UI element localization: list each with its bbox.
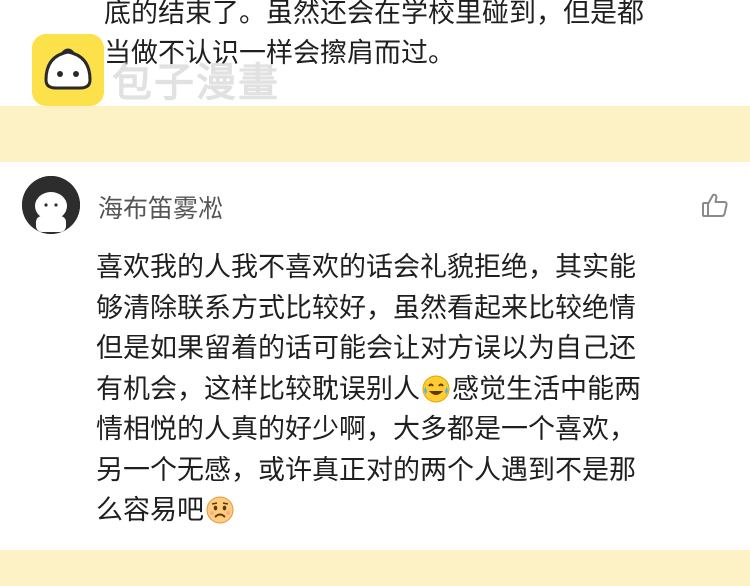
comment-line-segment: 么容易吧 [96, 495, 204, 526]
worried-face-icon [205, 495, 235, 525]
avatar[interactable] [22, 176, 80, 234]
comment-line: 喜欢我的人我不喜欢的话会礼貌拒绝，其实能 [96, 252, 636, 283]
comment-username[interactable]: 海布笛雾凇 [98, 189, 223, 225]
comment-line-segment: 感觉生活中能两 [452, 373, 641, 405]
comment-line: 够清除联系方式比较好，虽然看起来比较绝情 [96, 292, 636, 324]
comment-line-segment: 有机会，这样比较耽误别人 [96, 373, 420, 405]
separator-band [0, 550, 750, 586]
comment-card: 海布笛雾凇 喜欢我的人我不喜欢的话会礼貌拒绝，其实能 够清除联系方式比较好，虽然… [0, 162, 750, 550]
previous-comment-line: 底的结束了。虽然还会在学校里碰到，但是都 [104, 0, 644, 29]
thumbs-up-icon[interactable] [700, 190, 730, 220]
comment-line: 另一个无感，或许真正对的两个人遇到不是那 [96, 454, 636, 486]
watermark: 包子漫畫 [32, 34, 332, 106]
face-with-tears-of-joy-icon [421, 374, 451, 404]
comment-body: 喜欢我的人我不喜欢的话会礼貌拒绝，其实能 够清除联系方式比较好，虽然看起来比较绝… [96, 248, 736, 532]
separator-band [0, 106, 750, 162]
comment-line: 有机会，这样比较耽误别人 感觉生活中能两 [96, 370, 736, 411]
watermark-text: 包子漫畫 [112, 60, 280, 106]
comment-line: 但是如果留着的话可能会让对方误以为自己还 [96, 333, 636, 364]
comment-line: 么容易吧 [96, 491, 736, 532]
comment-line: 情相悦的人真的好少啊，大多都是一个喜欢， [96, 414, 636, 445]
bun-logo-icon [32, 34, 104, 106]
